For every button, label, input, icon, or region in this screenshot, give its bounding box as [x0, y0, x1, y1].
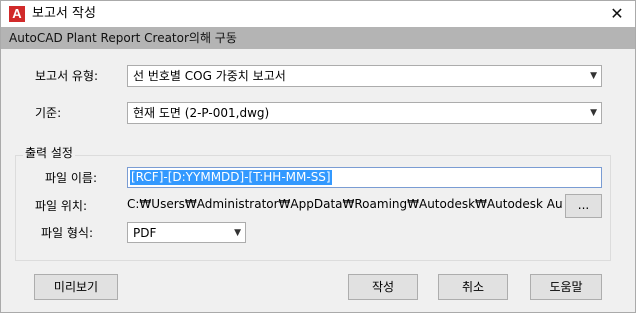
chevron-down-icon: ▼ — [590, 71, 597, 81]
criteria-value: 현재 도면 (2-P-001,dwg) — [133, 106, 270, 120]
report-type-label: 보고서 유형: — [35, 69, 99, 83]
report-type-select[interactable]: 선 번호별 COG 가중치 보고서 ▼ — [127, 65, 602, 87]
report-dialog: A 보고서 작성 ✕ AutoCAD Plant Report Creator의… — [0, 0, 636, 313]
help-button[interactable]: 도움말 — [530, 274, 602, 300]
browse-button[interactable]: ... — [565, 194, 602, 218]
criteria-select[interactable]: 현재 도면 (2-P-001,dwg) ▼ — [127, 102, 602, 124]
file-name-value: [RCF]-[D:YYMMDD]-[T:HH-MM-SS] — [130, 170, 332, 185]
file-format-select[interactable]: PDF ▼ — [127, 222, 246, 243]
autocad-logo-icon: A — [9, 6, 25, 22]
banner-text: AutoCAD Plant Report Creator의해 구동 — [9, 31, 237, 45]
title-bar: A 보고서 작성 ✕ — [1, 1, 635, 27]
file-format-value: PDF — [133, 226, 157, 240]
file-format-label: 파일 형식: — [41, 226, 94, 240]
file-location-label: 파일 위치: — [35, 199, 88, 213]
chevron-down-icon: ▼ — [234, 228, 241, 238]
file-name-input[interactable]: [RCF]-[D:YYMMDD]-[T:HH-MM-SS] — [127, 167, 602, 188]
cancel-button[interactable]: 취소 — [438, 274, 508, 300]
criteria-label: 기준: — [35, 106, 62, 120]
window-title: 보고서 작성 — [32, 6, 96, 21]
powered-by-banner: AutoCAD Plant Report Creator의해 구동 — [1, 27, 635, 49]
report-type-value: 선 번호별 COG 가중치 보고서 — [133, 69, 286, 83]
create-button[interactable]: 작성 — [348, 274, 418, 300]
output-settings-title: 출력 설정 — [23, 145, 75, 161]
chevron-down-icon: ▼ — [590, 108, 597, 118]
file-location-path: C:₩Users₩Administrator₩AppData₩Roaming₩A… — [127, 196, 563, 214]
close-icon[interactable]: ✕ — [605, 3, 629, 25]
file-name-label: 파일 이름: — [45, 171, 98, 185]
preview-button[interactable]: 미리보기 — [34, 274, 118, 300]
file-location-value: C:₩Users₩Administrator₩AppData₩Roaming₩A… — [127, 197, 563, 211]
